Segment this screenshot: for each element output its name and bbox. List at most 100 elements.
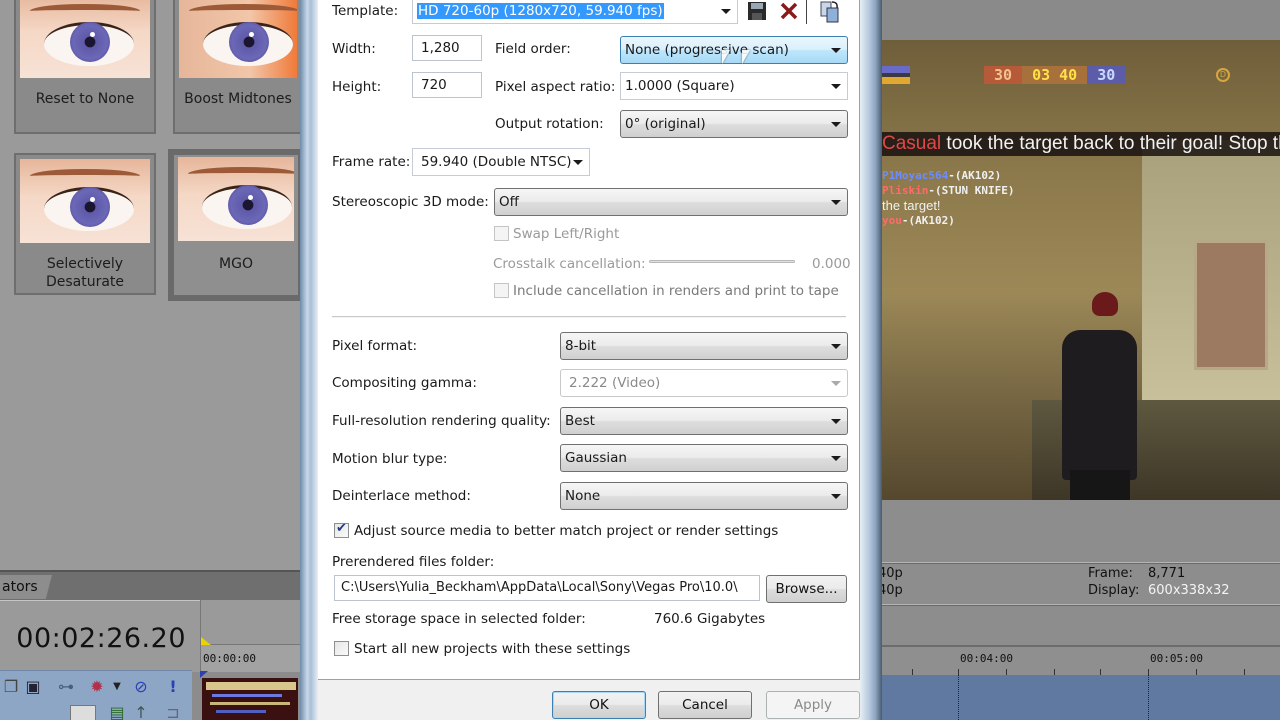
prerendered-folder-label: Prerendered files folder:	[332, 554, 495, 570]
apply-button[interactable]: Apply	[766, 691, 860, 719]
envelope-icon[interactable]: ⊶	[55, 677, 77, 699]
preview-toolbar	[882, 0, 1280, 40]
hud-banner-name: Casual	[882, 133, 942, 154]
preset-boost-midtones[interactable]: Boost Midtones	[173, 0, 303, 134]
hud-banner: Casual took the target back to their goa…	[882, 132, 1280, 156]
chevron-down-icon	[831, 84, 841, 89]
hud-scoreboard: 30 03 40 30	[984, 66, 1126, 84]
frame-rate-label: Frame rate:	[332, 154, 411, 170]
overlay-icon[interactable]: ❐	[0, 677, 22, 699]
fx-gear-icon[interactable]: ✹	[86, 677, 108, 699]
track-media-icon[interactable]: ▤	[106, 703, 128, 720]
chevron-down-icon	[721, 9, 731, 14]
prerendered-folder-input[interactable]: C:\Users\Yulia_Beckham\AppData\Local\Son…	[334, 575, 760, 601]
preset-selectively-desaturate[interactable]: Selectively Desaturate	[14, 153, 156, 295]
loop-marker-icon[interactable]	[201, 637, 211, 645]
video-track-lane[interactable]	[882, 675, 1280, 720]
stereo-3d-select[interactable]: Off	[494, 188, 848, 216]
compositing-gamma-label: Compositing gamma:	[332, 375, 477, 391]
alert-icon[interactable]: !	[162, 677, 184, 699]
timecode-panel: 00:02:26.20	[0, 600, 200, 672]
include-cancellation-checkbox[interactable]	[494, 283, 509, 298]
chevron-down-icon	[831, 381, 841, 386]
motion-blur-select[interactable]: Gaussian	[560, 444, 848, 472]
frame-value: 8,771	[1148, 566, 1186, 581]
field-order-select[interactable]: None (progressive scan)	[620, 36, 848, 64]
rendering-quality-value: Best	[565, 413, 595, 429]
compositing-gamma-value: 2.222 (Video)	[569, 375, 661, 391]
match-media-settings-icon[interactable]	[818, 0, 842, 24]
video-tab-page: Template: HD 720-60p (1280x720, 59.940 f…	[318, 0, 860, 680]
chevron-down-icon	[573, 160, 583, 165]
crosstalk-value: 0.000	[812, 256, 851, 272]
browse-button[interactable]: Browse...	[766, 575, 847, 603]
pixel-format-select[interactable]: 8-bit	[560, 332, 848, 360]
presets-panel: Reset to None Boost Midtones Selectively…	[0, 0, 304, 570]
objective-icon: D	[1216, 68, 1230, 82]
template-label: Template:	[332, 3, 399, 19]
track-header-toolbar: ❐ ▣ ⊶ ✹ ▼ ⊘ ! ▤ ↑ ⊐	[0, 670, 192, 720]
mute-icon[interactable]: ⊘	[130, 677, 152, 699]
rendering-quality-label: Full-resolution rendering quality:	[332, 413, 551, 429]
start-new-projects-checkbox[interactable]	[334, 641, 349, 656]
dialog-frame-right	[860, 0, 882, 720]
chevron-down-icon	[831, 122, 841, 127]
height-label: Height:	[332, 79, 382, 95]
cancel-button[interactable]: Cancel	[658, 691, 752, 719]
ok-button[interactable]: OK	[552, 691, 646, 719]
adjust-source-checkbox[interactable]	[334, 521, 349, 538]
frame-rate-select[interactable]: 59.940 (Double NTSC)	[412, 148, 590, 176]
preset-label: Reset to None	[35, 91, 135, 107]
team-flag-icon	[882, 66, 910, 84]
preset-reset-to-none[interactable]: Reset to None	[14, 0, 156, 134]
delete-template-icon[interactable]	[778, 0, 802, 24]
video-clip-thumbnail[interactable]	[202, 678, 298, 720]
stereo-3d-label: Stereoscopic 3D mode:	[332, 194, 489, 210]
output-rotation-label: Output rotation:	[495, 116, 604, 132]
track-end-icon[interactable]: ⊐	[162, 703, 184, 720]
chevron-down-icon	[831, 48, 841, 53]
width-input[interactable]: 1,280	[412, 35, 482, 61]
width-label: Width:	[332, 41, 376, 57]
swap-left-right-label: Swap Left/Right	[513, 226, 620, 242]
preset-mgo[interactable]: MGO	[168, 149, 304, 301]
swap-left-right-checkbox[interactable]	[494, 226, 509, 241]
pixel-aspect-label: Pixel aspect ratio:	[495, 79, 616, 95]
arrow-up-icon[interactable]: ↑	[130, 703, 152, 720]
rendering-quality-select[interactable]: Best	[560, 407, 848, 435]
timeline-ruler-left: 00:00:00	[200, 600, 300, 672]
adjust-source-label: Adjust source media to better match proj…	[354, 523, 779, 539]
kill-feed-item: you-(AK102)	[882, 214, 955, 227]
pixel-aspect-select[interactable]: 1.0000 (Square)	[620, 72, 848, 100]
cursor-start-icon[interactable]	[200, 671, 208, 678]
crosstalk-slider[interactable]	[649, 260, 795, 263]
chevron-down-icon[interactable]: ▼	[106, 677, 128, 699]
motion-blur-label: Motion blur type:	[332, 451, 448, 467]
hud-score-left: 30	[984, 66, 1023, 84]
tab-generators[interactable]: ators	[0, 575, 52, 599]
crosstalk-label: Crosstalk cancellation:	[493, 256, 646, 272]
start-new-projects-label: Start all new projects with these settin…	[354, 641, 631, 657]
display-value: 600x338x32	[1148, 583, 1230, 598]
template-value: HD 720-60p (1280x720, 59.940 fps)	[417, 3, 664, 19]
preset-label: Selectively Desaturate	[45, 256, 125, 290]
preset-thumbnail	[178, 157, 294, 241]
chevron-down-icon	[831, 419, 841, 424]
free-space-label: Free storage space in selected folder:	[332, 611, 586, 627]
template-combo[interactable]: HD 720-60p (1280x720, 59.940 fps)	[412, 0, 738, 24]
mouse-cursor-icon	[742, 50, 750, 64]
track-slider-handle[interactable]	[70, 705, 96, 720]
pixel-format-value: 8-bit	[565, 338, 597, 354]
output-rotation-select[interactable]: 0° (original)	[620, 110, 848, 138]
save-template-icon[interactable]	[746, 0, 770, 24]
pan-crop-icon[interactable]: ▣	[22, 677, 44, 699]
height-input[interactable]: 720	[412, 72, 482, 98]
field-order-value: None (progressive scan)	[625, 42, 789, 58]
deinterlace-select[interactable]: None	[560, 482, 848, 510]
free-space-value: 760.6 Gigabytes	[654, 611, 766, 627]
deinterlace-value: None	[565, 488, 601, 504]
chevron-down-icon	[831, 456, 841, 461]
compositing-gamma-select[interactable]: 2.222 (Video)	[560, 369, 848, 397]
project-properties-dialog: Template: HD 720-60p (1280x720, 59.940 f…	[318, 0, 860, 720]
chevron-down-icon	[831, 344, 841, 349]
